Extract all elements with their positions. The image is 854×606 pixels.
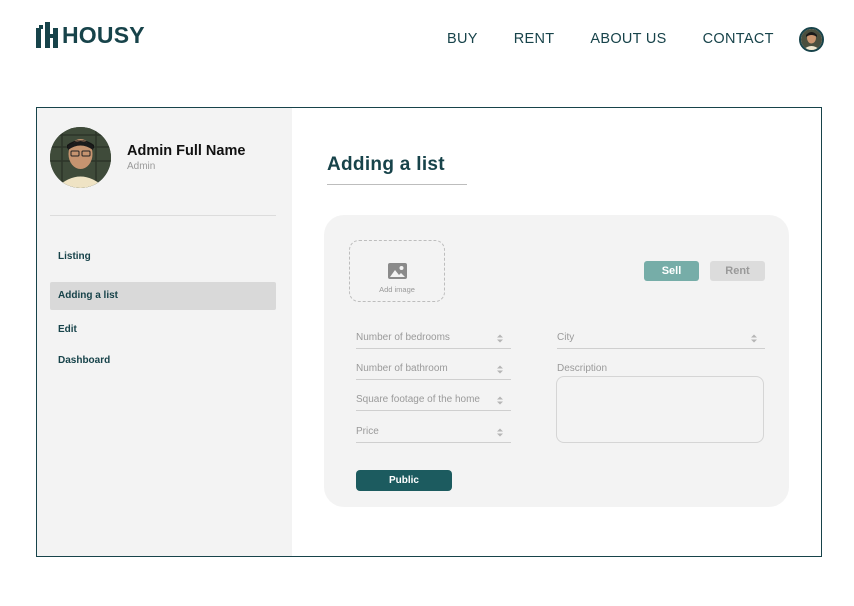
stepper-icon[interactable] xyxy=(497,334,503,343)
nav-about-us[interactable]: ABOUT US xyxy=(590,30,666,48)
bedrooms-field[interactable]: Number of bedrooms xyxy=(356,331,511,349)
public-button[interactable]: Public xyxy=(356,470,452,491)
bedrooms-field-label: Number of bedrooms xyxy=(356,332,450,343)
logo-text: HOUSY xyxy=(62,22,145,48)
stepper-icon[interactable] xyxy=(751,334,757,343)
admin-panel: Admin Full Name Admin Listing Adding a l… xyxy=(36,107,822,557)
stepper-icon[interactable] xyxy=(497,428,503,437)
main-nav: BUY RENT ABOUT US CONTACT xyxy=(447,30,774,48)
description-textarea[interactable] xyxy=(556,376,764,443)
profile-name: Admin Full Name xyxy=(127,143,246,159)
add-image-label: Add image xyxy=(379,285,415,294)
profile-role: Admin xyxy=(127,161,156,172)
sidebar: Admin Full Name Admin Listing Adding a l… xyxy=(37,108,292,556)
nav-contact[interactable]: CONTACT xyxy=(703,30,774,48)
listing-form: Add image Sell Rent Number of bedrooms N… xyxy=(324,215,789,507)
sell-toggle[interactable]: Sell xyxy=(644,261,699,281)
city-field-label: City xyxy=(557,332,575,343)
stepper-icon[interactable] xyxy=(497,365,503,374)
sidebar-item-listing[interactable]: Listing xyxy=(50,243,276,271)
price-field-label: Price xyxy=(356,426,379,437)
city-field[interactable]: City xyxy=(557,331,765,349)
profile-avatar xyxy=(50,127,111,188)
sidebar-item-adding-a-list[interactable]: Adding a list xyxy=(50,282,276,310)
sidebar-item-edit[interactable]: Edit xyxy=(50,316,276,344)
rent-toggle[interactable]: Rent xyxy=(710,261,765,281)
description-label: Description xyxy=(557,363,608,374)
image-icon xyxy=(388,263,407,279)
nav-rent[interactable]: RENT xyxy=(514,30,555,48)
price-field[interactable]: Price xyxy=(356,425,511,443)
add-image-dropzone[interactable]: Add image xyxy=(349,240,445,302)
logo-mark-icon xyxy=(36,22,60,48)
sidebar-divider xyxy=(50,215,276,216)
logo[interactable]: HOUSY xyxy=(36,22,145,48)
square-footage-field[interactable]: Square footage of the home xyxy=(356,393,511,411)
bathroom-field-label: Number of bathroom xyxy=(356,363,448,374)
square-footage-field-label: Square footage of the home xyxy=(356,394,480,405)
user-avatar[interactable] xyxy=(799,27,824,52)
page-title: Adding a list xyxy=(327,154,445,175)
nav-buy[interactable]: BUY xyxy=(447,30,478,48)
bathroom-field[interactable]: Number of bathroom xyxy=(356,362,511,380)
title-underline xyxy=(327,184,467,185)
stepper-icon[interactable] xyxy=(497,396,503,405)
sidebar-item-dashboard[interactable]: Dashboard xyxy=(50,347,276,375)
